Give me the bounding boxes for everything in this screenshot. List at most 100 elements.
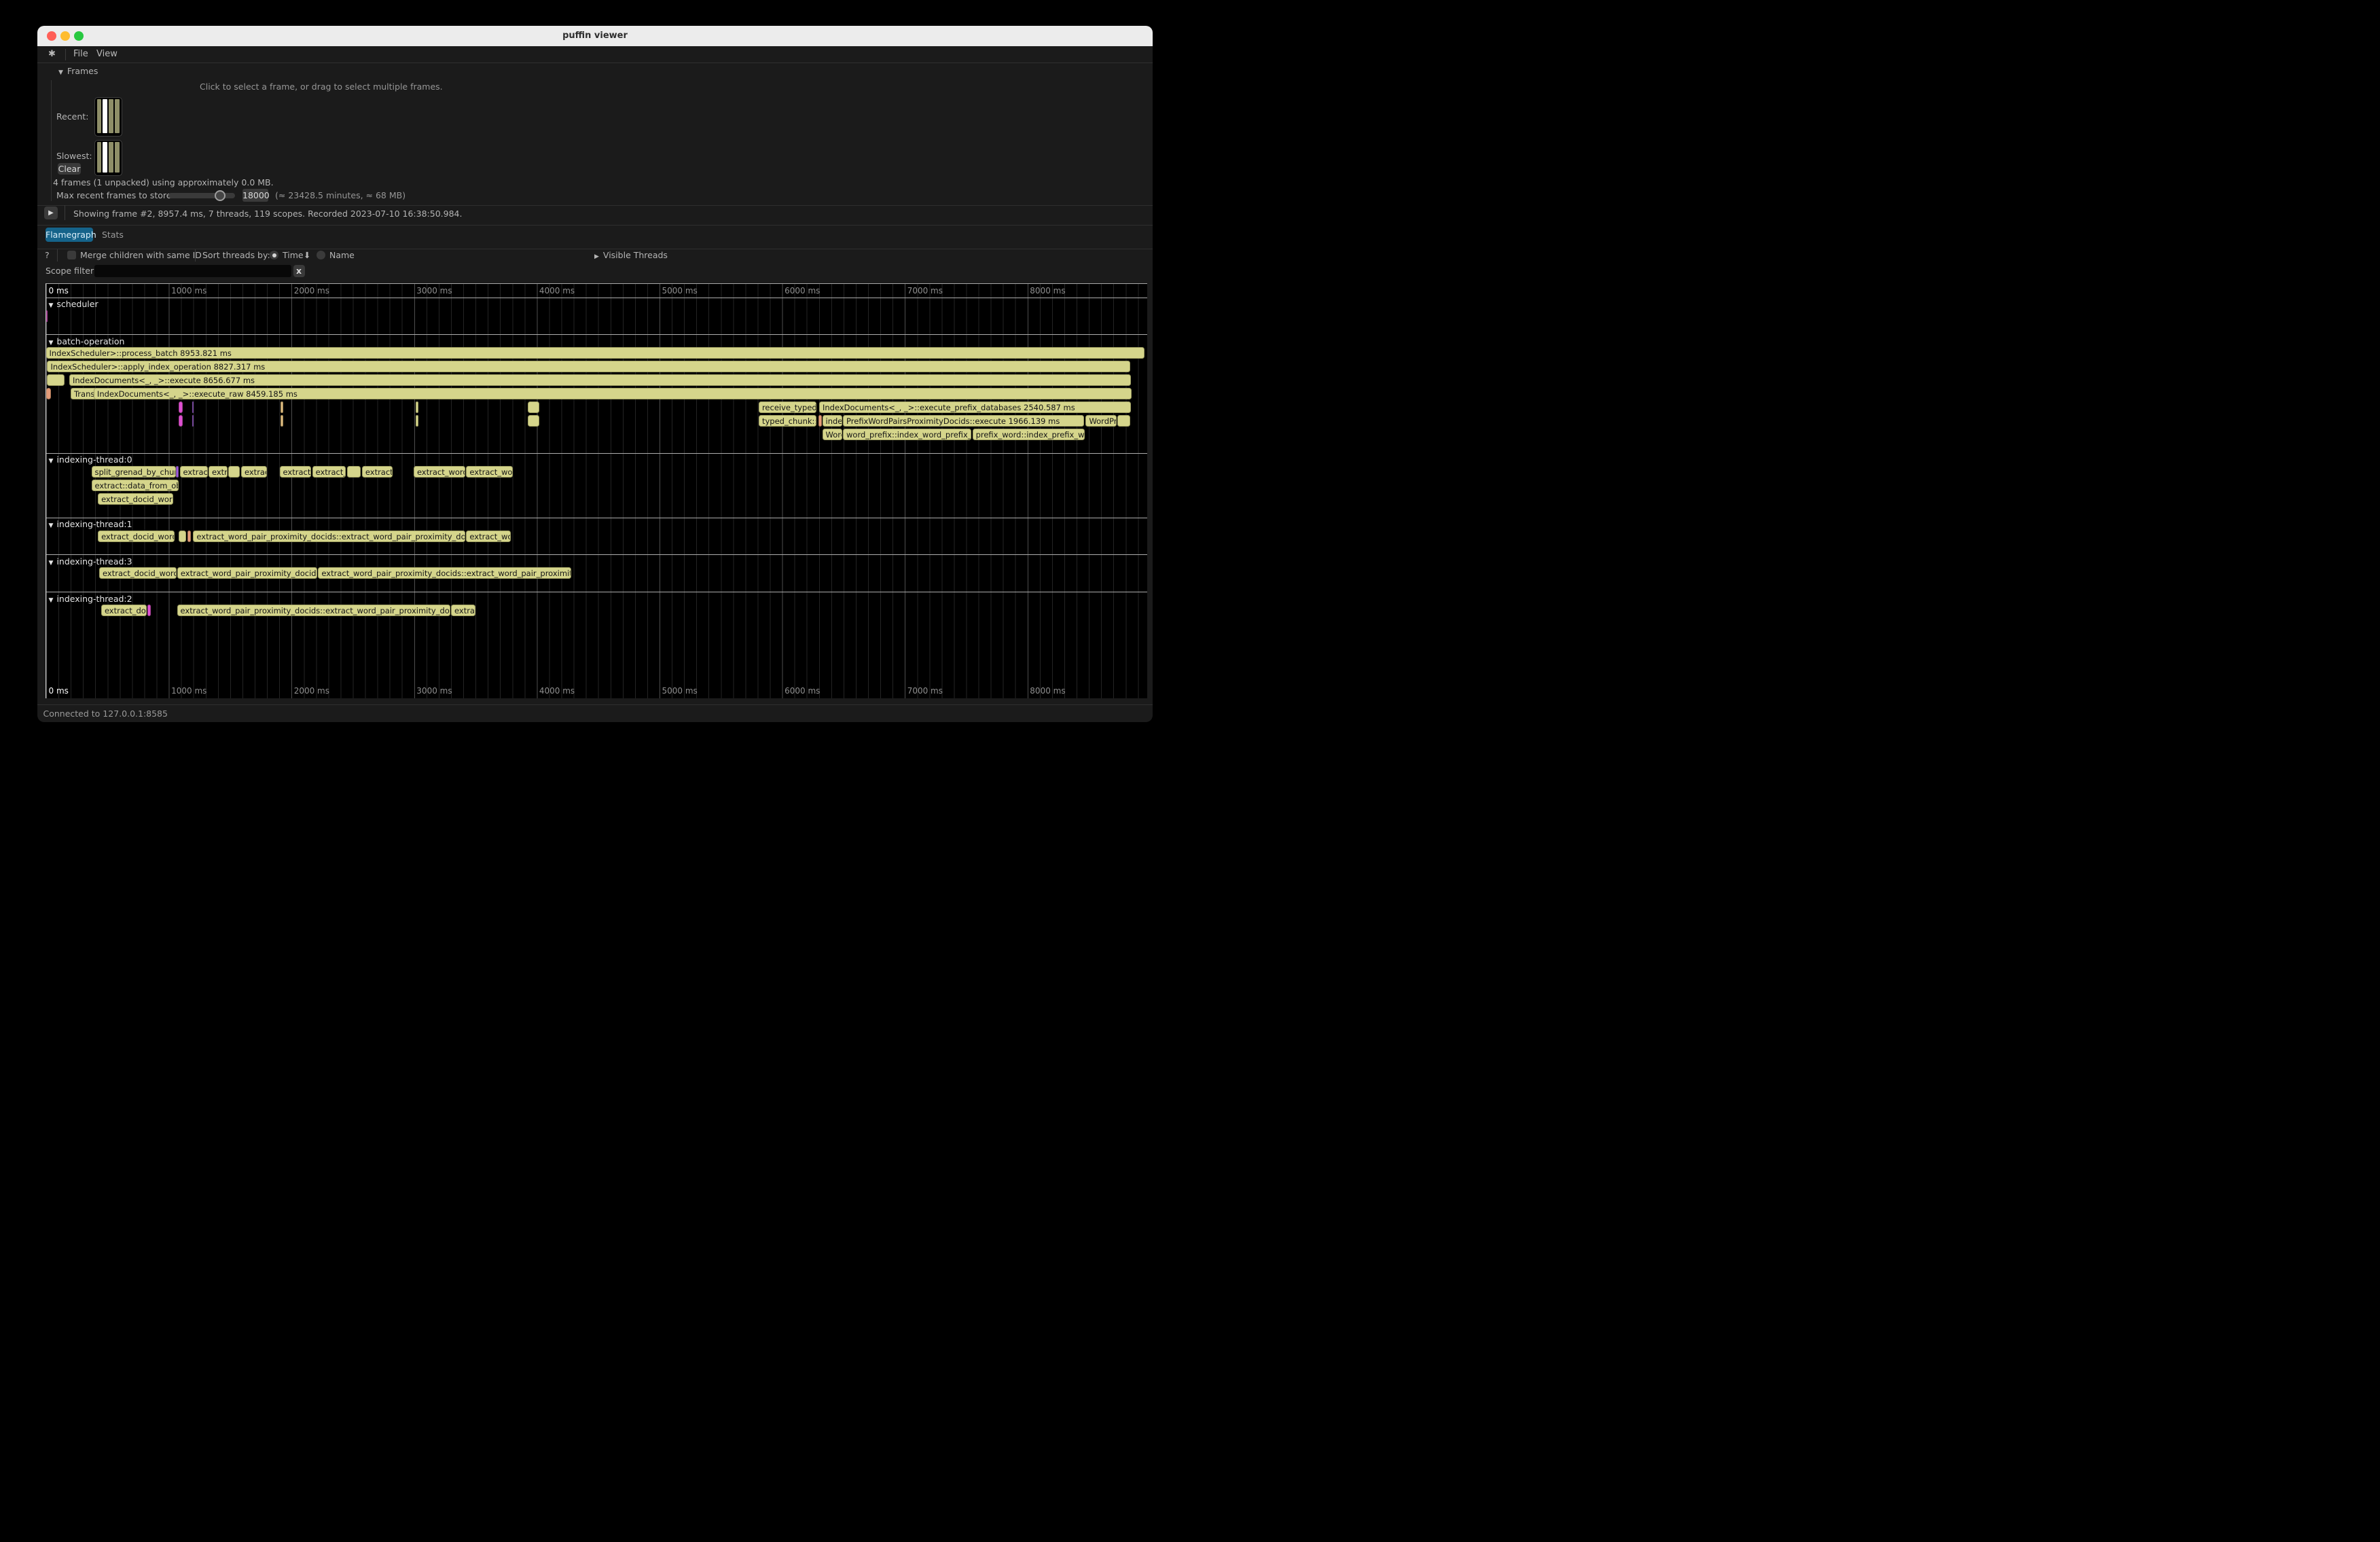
time-axis-tick: 8000 ms bbox=[1030, 286, 1065, 295]
max-frames-slider-knob[interactable] bbox=[215, 190, 226, 201]
time-axis-tick: 6000 ms bbox=[785, 686, 820, 696]
scope-bar[interactable]: extract_word_pair_proximity_docids::extr… bbox=[193, 531, 465, 542]
scope-bar[interactable]: receive_typed_ bbox=[759, 401, 816, 413]
thread-group-header[interactable]: ▼batch-operation bbox=[49, 336, 125, 346]
scope-bar[interactable]: PrefixWordPairsProximityDocids::execute … bbox=[843, 415, 1084, 427]
scope-bar[interactable] bbox=[416, 415, 418, 427]
sort-descending-icon: ⬇ bbox=[304, 250, 310, 260]
sort-by-time-radio[interactable] bbox=[270, 251, 278, 259]
menu-file[interactable]: File bbox=[73, 49, 88, 59]
scope-bar[interactable] bbox=[187, 531, 191, 542]
scope-bar[interactable]: extract_docid_word bbox=[98, 531, 175, 542]
scope-bar[interactable]: extrac bbox=[241, 466, 267, 478]
divider bbox=[57, 249, 58, 262]
scope-bar[interactable]: IndexScheduler>::process_batch 8953.821 … bbox=[46, 347, 1144, 359]
max-frames-value[interactable]: 18000 bbox=[242, 189, 268, 202]
time-axis-tick: 3000 ms bbox=[416, 686, 452, 696]
scope-bar[interactable] bbox=[46, 310, 48, 322]
scope-bar[interactable] bbox=[179, 531, 186, 542]
scope-filter-label: Scope filter: bbox=[46, 266, 96, 276]
scope-bar[interactable] bbox=[1117, 415, 1130, 427]
frame-bar[interactable] bbox=[109, 99, 113, 133]
frame-bar[interactable] bbox=[115, 99, 120, 133]
tab-stats[interactable]: Stats bbox=[102, 230, 124, 240]
scope-bar[interactable] bbox=[528, 415, 539, 427]
visible-threads-header[interactable]: ▶Visible Threads bbox=[594, 250, 668, 260]
scope-bar[interactable]: extract_word bbox=[414, 466, 465, 478]
frame-bar[interactable] bbox=[115, 142, 120, 173]
scope-filter-input[interactable] bbox=[94, 265, 291, 277]
scope-bar[interactable] bbox=[47, 374, 65, 386]
scope-bar[interactable]: extract_word_pair_proximity_docids::extr… bbox=[177, 605, 451, 616]
scope-bar[interactable]: extract::data_from_ob bbox=[92, 480, 179, 491]
scope-bar[interactable] bbox=[281, 401, 283, 413]
scope-bar[interactable] bbox=[192, 401, 194, 413]
clear-frames-button[interactable]: Clear bbox=[58, 163, 81, 175]
scope-bar[interactable] bbox=[228, 466, 240, 478]
frame-bar[interactable] bbox=[109, 142, 113, 173]
clear-filter-button[interactable]: x bbox=[293, 265, 305, 277]
scope-bar[interactable]: extract_ bbox=[312, 466, 346, 478]
thread-group-header[interactable]: ▼scheduler bbox=[49, 299, 98, 309]
scope-bar[interactable]: extract_wo bbox=[466, 466, 513, 478]
scope-bar[interactable]: prefix_word::index_prefix_wo bbox=[973, 429, 1085, 440]
scope-bar[interactable]: extra bbox=[209, 466, 228, 478]
scope-bar[interactable]: IndexScheduler>::apply_index_operation 8… bbox=[47, 361, 1130, 372]
theme-toggle-icon[interactable]: ✱ bbox=[48, 49, 56, 59]
scope-bar[interactable]: Word bbox=[823, 429, 842, 440]
frame-thumbnail-slowest[interactable] bbox=[94, 140, 122, 177]
time-axis-tick: 0 ms bbox=[49, 686, 69, 696]
scope-bar[interactable] bbox=[528, 401, 539, 413]
scope-bar[interactable]: extract_docid_word bbox=[98, 493, 173, 505]
scope-bar[interactable]: extract_word_pair_proximity_docids::extr… bbox=[318, 567, 571, 579]
scope-bar[interactable]: IndexDocuments<_, _>::execute 8656.677 m… bbox=[69, 374, 1131, 386]
scope-bar[interactable]: extract bbox=[180, 466, 208, 478]
help-button[interactable]: ? bbox=[45, 250, 50, 260]
menu-view[interactable]: View bbox=[96, 49, 118, 59]
scope-bar[interactable]: word_prefix::index_word_prefix_ bbox=[843, 429, 971, 440]
sort-by-time-label[interactable]: Time bbox=[283, 250, 304, 260]
scope-bar[interactable]: IndexDocuments<_, _>::execute_prefix_dat… bbox=[819, 401, 1131, 413]
scope-bar[interactable]: extract_ bbox=[280, 466, 312, 478]
scope-bar[interactable]: extract_word_pair_proximity_docids bbox=[177, 567, 317, 579]
scope-bar[interactable]: extract_docid_word bbox=[99, 567, 177, 579]
frame-bar[interactable] bbox=[103, 142, 107, 173]
scope-bar[interactable]: WordPr bbox=[1085, 415, 1117, 427]
frame-bar[interactable] bbox=[103, 99, 107, 133]
thread-group-header[interactable]: ▼indexing-thread:3 bbox=[49, 556, 132, 567]
frames-collapsing-header[interactable]: ▼Frames bbox=[58, 66, 98, 76]
scope-bar[interactable]: extract_wo bbox=[466, 531, 511, 542]
sort-by-name-radio[interactable] bbox=[317, 251, 325, 259]
scope-bar[interactable] bbox=[281, 415, 283, 427]
scope-bar[interactable]: IndexDocuments<_, _>::execute_raw 8459.1… bbox=[94, 388, 1132, 399]
thread-group-header[interactable]: ▼indexing-thread:2 bbox=[49, 594, 132, 604]
scope-bar[interactable]: extrac bbox=[451, 605, 475, 616]
frame-bar[interactable] bbox=[97, 99, 102, 133]
scope-bar[interactable]: index bbox=[823, 415, 842, 427]
time-axis-tick: 4000 ms bbox=[539, 686, 575, 696]
scope-bar[interactable] bbox=[179, 415, 183, 427]
thread-separator-line bbox=[46, 453, 1147, 454]
scope-bar[interactable]: extract_doc bbox=[101, 605, 147, 616]
scope-bar[interactable] bbox=[347, 466, 361, 478]
flamegraph-canvas[interactable]: 0 ms0 ms1000 ms1000 ms2000 ms2000 ms3000… bbox=[46, 283, 1147, 698]
scope-bar[interactable] bbox=[179, 401, 183, 413]
scope-bar[interactable] bbox=[176, 466, 179, 478]
scope-bar[interactable] bbox=[46, 388, 51, 399]
scope-bar[interactable] bbox=[192, 415, 194, 427]
scope-bar[interactable]: split_grenad_by_chun bbox=[92, 466, 177, 478]
thread-group-header[interactable]: ▼indexing-thread:0 bbox=[49, 454, 132, 465]
play-button[interactable]: ▶ bbox=[44, 207, 58, 219]
scope-bar[interactable]: extract bbox=[362, 466, 393, 478]
scope-bar[interactable] bbox=[147, 605, 151, 616]
frame-bar[interactable] bbox=[97, 142, 102, 173]
scope-bar[interactable] bbox=[416, 401, 418, 413]
scope-bar[interactable] bbox=[818, 415, 822, 427]
tab-flamegraph[interactable]: Flamegraph bbox=[46, 228, 93, 242]
scope-bar[interactable]: typed_chunk::w bbox=[759, 415, 816, 427]
status-bar: Connected to 127.0.0.1:8585 bbox=[37, 704, 1153, 722]
merge-children-checkbox[interactable] bbox=[67, 251, 76, 259]
thread-group-header[interactable]: ▼indexing-thread:1 bbox=[49, 519, 132, 529]
sort-by-name-label[interactable]: Name bbox=[329, 250, 355, 260]
frame-thumbnail-recent[interactable] bbox=[94, 97, 122, 137]
